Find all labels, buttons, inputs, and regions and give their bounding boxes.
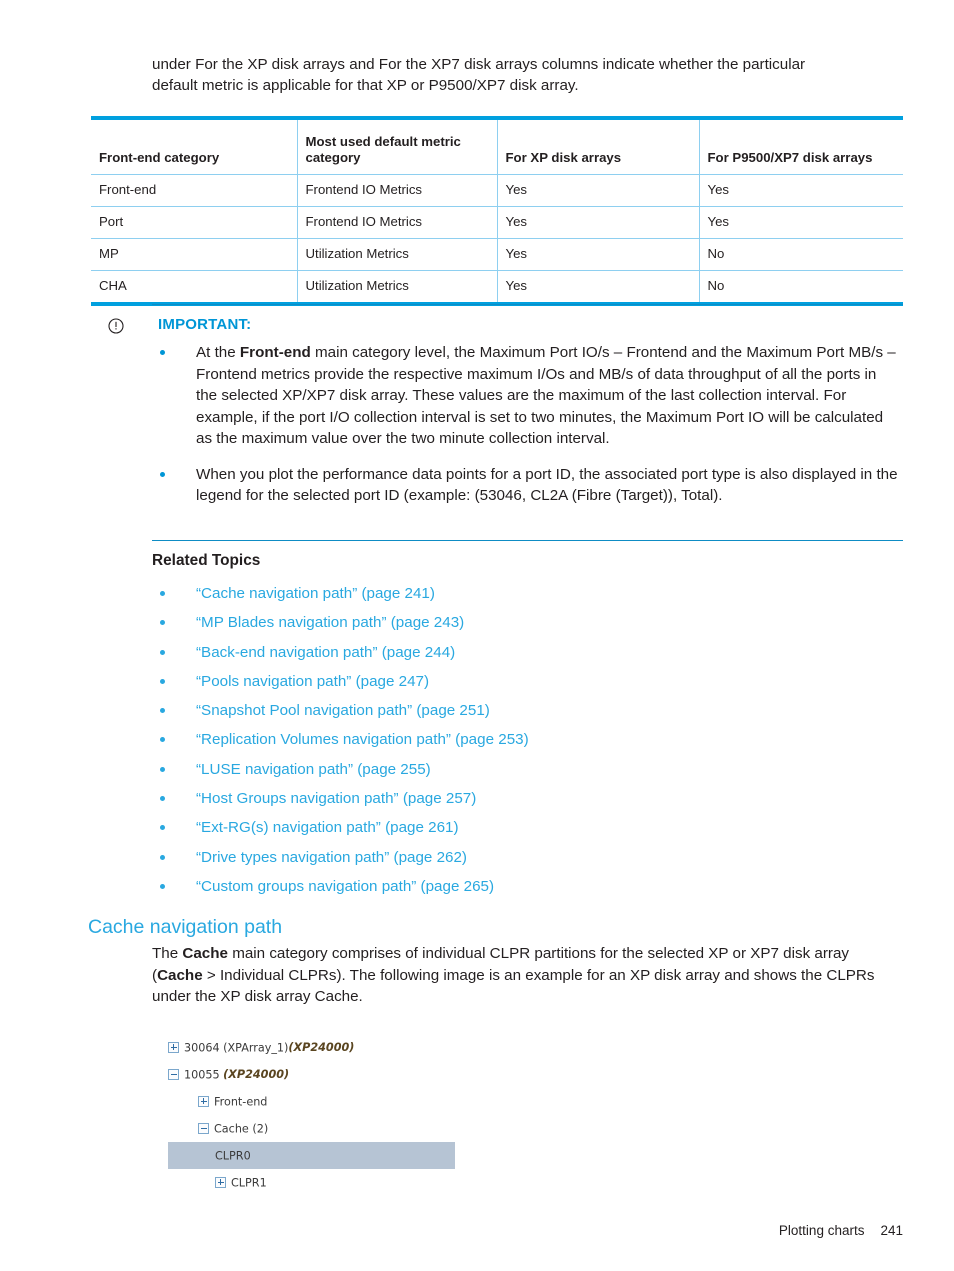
important-item-text: At the Front-end main category level, th…	[196, 344, 896, 447]
tree-node-model: (XP24000)	[223, 1068, 290, 1081]
bullet-icon	[160, 591, 165, 596]
bullet-icon	[160, 737, 165, 743]
related-topics-title: Related Topics	[152, 552, 261, 569]
bullet-icon	[160, 620, 165, 626]
exclamation-circle-icon	[108, 318, 124, 334]
table-row: MP Utilization Metrics Yes No	[91, 238, 903, 271]
list-item: “Back-end navigation path” (page 244)	[152, 642, 852, 671]
table-cell: Utilization Metrics	[297, 270, 498, 302]
important-title: IMPORTANT:	[158, 316, 252, 333]
table-cell: No	[707, 278, 725, 293]
bullet-icon	[160, 350, 165, 355]
tree-node-label: 10055	[184, 1068, 224, 1082]
table-header-cell: For P9500/XP7 disk arrays	[699, 120, 903, 175]
bullet-icon	[160, 678, 165, 684]
related-link[interactable]: “Back-end navigation path” (page 244)	[196, 644, 455, 661]
list-item: “Replication Volumes navigation path” (p…	[152, 729, 852, 758]
tree-node-model: (XP24000)	[288, 1041, 355, 1054]
tree-node-label: CLPR0	[215, 1149, 251, 1163]
table-cell: Front-end	[91, 174, 298, 207]
intro-paragraph: under For the XP disk arrays and For the…	[152, 56, 806, 94]
list-item: “Pools navigation path” (page 247)	[152, 671, 852, 700]
tree-node-label: CLPR1	[231, 1176, 267, 1190]
table-cell: Yes	[497, 174, 700, 207]
table-header-row: Front-end category Most used default met…	[91, 120, 903, 175]
expand-plus-icon[interactable]	[168, 1041, 179, 1053]
footer-page-number: 241	[880, 1223, 903, 1238]
important-divider-top	[152, 304, 903, 305]
tree-node[interactable]: Front-end	[168, 1088, 488, 1115]
navigation-tree: 30064 (XPArray_1)(XP24000) 10055 (XP2400…	[168, 1034, 488, 1196]
table-cell: CHA	[91, 270, 298, 302]
tree-node[interactable]: 30064 (XPArray_1)(XP24000)	[168, 1034, 488, 1061]
tree-node-label: 30064 (XPArray_1)	[184, 1041, 289, 1055]
page-title: Cache navigation path	[88, 916, 283, 938]
collapse-minus-icon[interactable]	[168, 1068, 179, 1080]
related-link[interactable]: “Replication Volumes navigation path” (p…	[196, 731, 529, 748]
important-list: At the Front-end main category level, th…	[152, 342, 900, 521]
related-link[interactable]: “Host Groups navigation path” (page 257)	[196, 790, 476, 807]
table-header-cell: For XP disk arrays	[497, 120, 700, 175]
tree-node-selected[interactable]: CLPR0	[168, 1142, 455, 1169]
expand-plus-icon[interactable]	[215, 1176, 226, 1188]
table-header-cell: Most used default metric category	[297, 120, 498, 175]
list-item: “Ext-RG(s) navigation path” (page 261)	[152, 817, 852, 846]
list-item: “LUSE navigation path” (page 255)	[152, 759, 852, 788]
table-cell: MP	[91, 238, 298, 271]
table-cell: Frontend IO Metrics	[297, 174, 498, 207]
bullet-icon	[160, 796, 165, 802]
related-link[interactable]: “Snapshot Pool navigation path” (page 25…	[196, 702, 490, 719]
table-cell: Utilization Metrics	[297, 238, 498, 271]
tree-node-label: Cache (2)	[214, 1122, 269, 1136]
related-link[interactable]: “Ext-RG(s) navigation path” (page 261)	[196, 819, 459, 836]
related-link[interactable]: “Drive types navigation path” (page 262)	[196, 849, 467, 866]
table-cell: Yes	[497, 206, 700, 239]
important-item-text: When you plot the performance data point…	[196, 465, 898, 505]
tree-node[interactable]: Cache (2)	[168, 1115, 488, 1142]
bullet-icon	[160, 649, 165, 655]
bullet-icon	[160, 708, 165, 714]
collapse-minus-icon[interactable]	[198, 1122, 209, 1134]
table-cell: Yes	[699, 174, 903, 207]
list-item: “Cache navigation path” (page 241)	[152, 583, 852, 612]
related-link[interactable]: “Pools navigation path” (page 247)	[196, 673, 429, 690]
related-divider	[152, 540, 903, 541]
bullet-icon	[160, 883, 165, 889]
table-cell: Yes	[699, 206, 903, 239]
list-item: “Drive types navigation path” (page 262)	[152, 847, 852, 876]
related-topics-list: “Cache navigation path” (page 241) “MP B…	[152, 583, 852, 905]
tree-node[interactable]: 10055 (XP24000)	[168, 1061, 488, 1088]
expand-plus-icon[interactable]	[198, 1095, 209, 1107]
table-row: Front-end Frontend IO Metrics Yes Yes	[91, 174, 903, 207]
tree-node-label: Front-end	[214, 1095, 268, 1109]
table-cell: Port	[91, 206, 298, 239]
metrics-table: Front-end category Most used default met…	[91, 116, 903, 306]
related-link[interactable]: “Cache navigation path” (page 241)	[196, 585, 435, 602]
list-item: “Snapshot Pool navigation path” (page 25…	[152, 700, 852, 729]
table-cell: No	[699, 238, 903, 271]
document-page: under For the XP disk arrays and For the…	[0, 0, 954, 1271]
table-cell: Yes	[497, 270, 700, 302]
important-list-item: At the Front-end main category level, th…	[152, 342, 900, 450]
tree-node[interactable]: CLPR1	[168, 1169, 488, 1196]
list-item: “Custom groups navigation path” (page 26…	[152, 876, 852, 905]
cache-section-paragraph: The Cache main category comprises of ind…	[152, 945, 875, 1005]
table-row: Port Frontend IO Metrics Yes Yes	[91, 206, 903, 239]
bullet-icon	[160, 825, 165, 831]
bullet-icon	[160, 766, 165, 772]
page-footer: Plotting charts 241	[0, 1223, 903, 1238]
footer-chapter: Plotting charts	[778, 1223, 865, 1238]
list-item: “Host Groups navigation path” (page 257)	[152, 788, 852, 817]
related-link[interactable]: “Custom groups navigation path” (page 26…	[196, 878, 494, 895]
related-link[interactable]: “LUSE navigation path” (page 255)	[196, 761, 431, 778]
important-list-item: When you plot the performance data point…	[152, 464, 900, 507]
list-item: “MP Blades navigation path” (page 243)	[152, 612, 852, 641]
table-cell: Frontend IO Metrics	[297, 206, 498, 239]
table-cell: Yes	[497, 238, 700, 271]
table-header-cell: Front-end category	[91, 120, 298, 175]
related-link[interactable]: “MP Blades navigation path” (page 243)	[196, 614, 464, 631]
bullet-icon	[160, 471, 165, 477]
bullet-icon	[160, 854, 165, 860]
table-row: CHA Utilization Metrics Yes No	[91, 270, 903, 302]
